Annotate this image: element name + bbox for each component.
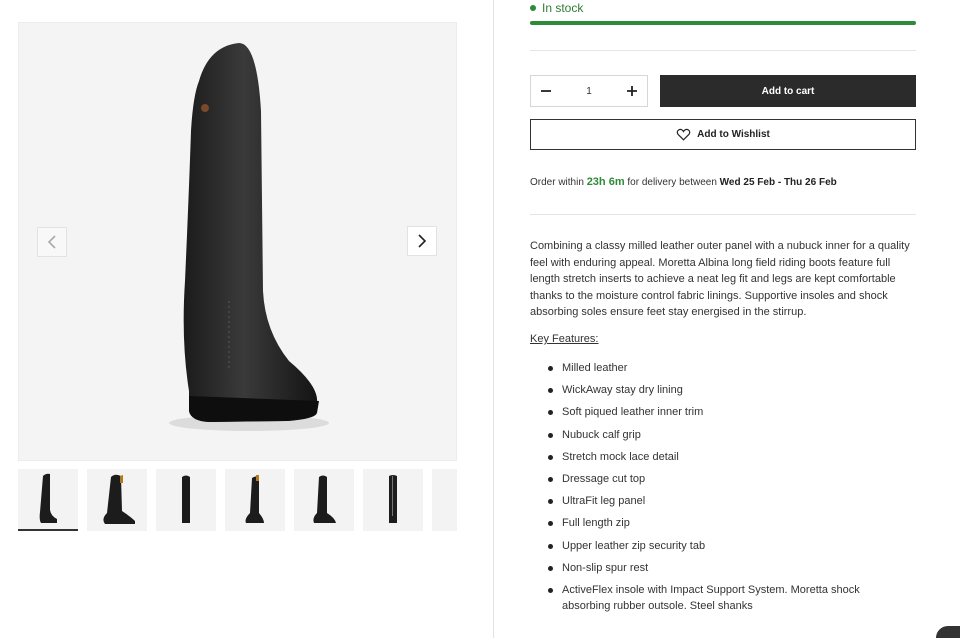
key-features-title: Key Features: bbox=[530, 333, 599, 345]
key-features-list: Milled leather WickAway stay dry lining … bbox=[548, 360, 888, 620]
delivery-start-date: Wed 25 Feb bbox=[719, 177, 776, 188]
delivery-end-date: Thu 26 Feb bbox=[783, 177, 837, 188]
chevron-left-icon bbox=[47, 235, 56, 249]
divider bbox=[530, 214, 916, 215]
feature-item: Dressage cut top bbox=[548, 471, 888, 487]
quantity-increase-button[interactable] bbox=[617, 76, 647, 106]
feature-item: Soft piqued leather inner trim bbox=[548, 404, 888, 420]
divider bbox=[530, 50, 916, 51]
thumbnail-2[interactable] bbox=[87, 469, 147, 531]
feature-item: Stretch mock lace detail bbox=[548, 449, 888, 465]
stock-level-bar bbox=[530, 21, 916, 25]
feature-item: Upper leather zip security tab bbox=[548, 538, 888, 554]
product-description: Combining a classy milled leather outer … bbox=[530, 240, 910, 318]
thumbnail-1[interactable] bbox=[18, 469, 78, 531]
heart-icon bbox=[676, 128, 691, 141]
plus-icon bbox=[627, 86, 637, 96]
feature-item: UltraFit leg panel bbox=[548, 493, 888, 509]
riding-boot-image bbox=[169, 43, 329, 431]
feature-item: Non-slip spur rest bbox=[548, 560, 888, 576]
thumbnail-3[interactable] bbox=[156, 469, 216, 531]
quantity-input[interactable]: 1 bbox=[569, 86, 609, 97]
window-corner bbox=[936, 626, 960, 638]
thumbnail-6[interactable] bbox=[363, 469, 423, 531]
feature-item: Full length zip bbox=[548, 515, 888, 531]
delivery-date-separator: - bbox=[775, 177, 784, 188]
gallery-prev-button[interactable] bbox=[37, 227, 67, 257]
stock-status: In stock bbox=[530, 1, 583, 15]
quantity-stepper: 1 bbox=[530, 75, 648, 107]
product-main-image[interactable] bbox=[18, 22, 457, 461]
add-to-wishlist-button[interactable]: Add to Wishlist bbox=[530, 119, 916, 150]
gallery-next-button[interactable] bbox=[407, 226, 437, 256]
stock-label: In stock bbox=[542, 1, 584, 15]
delivery-estimate: Order within 23h 6m for delivery between… bbox=[530, 176, 837, 188]
thumbnail-strip bbox=[18, 469, 457, 531]
chevron-right-icon bbox=[418, 234, 427, 248]
minus-icon bbox=[541, 90, 551, 92]
feature-item: Milled leather bbox=[548, 360, 888, 376]
wishlist-label: Add to Wishlist bbox=[697, 129, 770, 140]
add-to-cart-button[interactable]: Add to cart bbox=[660, 75, 916, 107]
feature-item: WickAway stay dry lining bbox=[548, 382, 888, 398]
thumbnail-5[interactable] bbox=[294, 469, 354, 531]
delivery-countdown: 23h 6m bbox=[586, 176, 625, 188]
stock-dot-icon bbox=[530, 5, 536, 11]
feature-item: ActiveFlex insole with Impact Support Sy… bbox=[548, 582, 888, 614]
delivery-middle: for delivery between bbox=[627, 177, 717, 188]
thumbnail-7[interactable] bbox=[432, 469, 457, 531]
column-divider bbox=[493, 0, 494, 638]
quantity-decrease-button[interactable] bbox=[531, 76, 561, 106]
delivery-prefix: Order within bbox=[530, 177, 584, 188]
feature-item: Nubuck calf grip bbox=[548, 427, 888, 443]
thumbnail-4[interactable] bbox=[225, 469, 285, 531]
